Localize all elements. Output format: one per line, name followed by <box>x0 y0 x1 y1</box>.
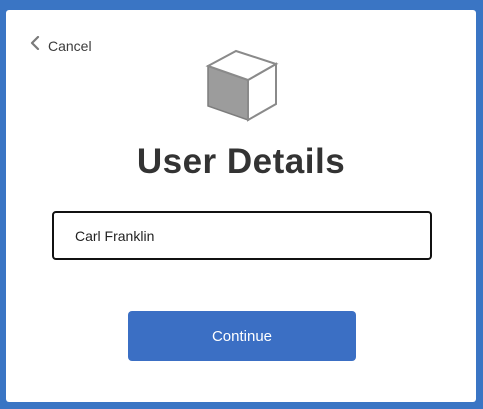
cancel-link[interactable]: Cancel <box>30 35 92 55</box>
continue-button[interactable]: Continue <box>128 311 356 361</box>
user-details-dialog: Cancel User Details Continue <box>6 10 476 402</box>
cancel-label: Cancel <box>48 37 92 54</box>
page-title: User Details <box>136 142 346 181</box>
cube-icon <box>204 48 280 124</box>
chevron-left-icon <box>30 35 40 55</box>
name-input[interactable] <box>52 211 432 260</box>
